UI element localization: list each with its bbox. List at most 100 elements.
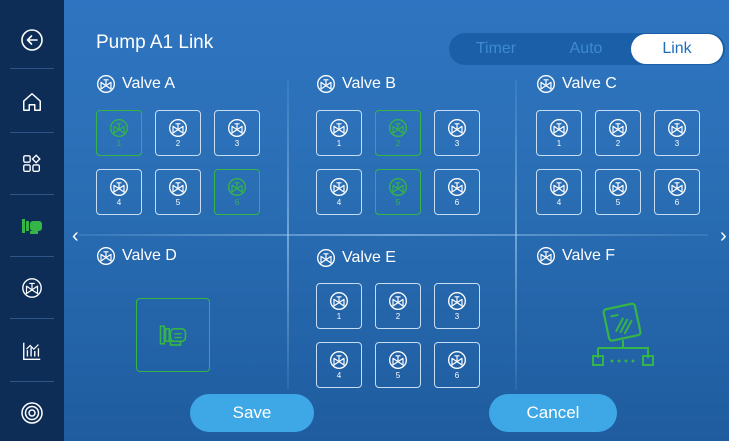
valve-e-button-5[interactable]: 5 — [375, 342, 421, 388]
valve-number: 3 — [674, 139, 680, 148]
valve-icon — [110, 178, 128, 196]
valve-number: 1 — [336, 139, 342, 148]
settings-ring-icon — [21, 402, 43, 424]
app-screen: { "header": { "title": "Pump A1 Link", "… — [0, 0, 729, 441]
section-label: Valve D — [122, 247, 177, 264]
section-title-valve-c: Valve C — [536, 74, 617, 94]
valve-icon — [169, 178, 187, 196]
sidebar-item-home[interactable] — [14, 84, 50, 120]
section-title-valve-b: Valve B — [316, 74, 396, 94]
valve-c-button-6[interactable]: 6 — [654, 169, 700, 215]
valve-number: 6 — [454, 371, 460, 380]
valve-number: 5 — [395, 198, 401, 207]
section-title-valve-f: Valve F — [536, 246, 615, 266]
valve-b-button-1[interactable]: 1 — [316, 110, 362, 156]
section-label: Valve A — [122, 75, 176, 92]
sidebar-item-settings[interactable] — [14, 395, 50, 431]
valve-icon — [169, 119, 187, 137]
valve-icon — [330, 351, 348, 369]
valve-icon — [609, 119, 627, 137]
valve-number: 5 — [615, 198, 621, 207]
valve-a-button-5[interactable]: 5 — [155, 169, 201, 215]
sidebar-divider — [10, 132, 54, 133]
valve-b-button-2[interactable]: 2 — [375, 110, 421, 156]
valve-number: 1 — [556, 139, 562, 148]
valve-e-button-2[interactable]: 2 — [375, 283, 421, 329]
valve-icon — [389, 292, 407, 310]
valve-a-button-3[interactable]: 3 — [214, 110, 260, 156]
valve-number: 4 — [556, 198, 562, 207]
valve-icon — [389, 119, 407, 137]
valve-number: 4 — [116, 198, 122, 207]
tab-auto[interactable]: Auto — [541, 33, 631, 65]
sidebar-item-valve[interactable] — [14, 270, 50, 306]
valve-b-button-6[interactable]: 6 — [434, 169, 480, 215]
valve-e-button-3[interactable]: 3 — [434, 283, 480, 329]
valve-icon — [550, 119, 568, 137]
sidebar — [0, 0, 64, 441]
valve-number: 1 — [336, 312, 342, 321]
valve-c-button-5[interactable]: 5 — [595, 169, 641, 215]
network-icon[interactable] — [590, 300, 656, 368]
valve-icon — [448, 292, 466, 310]
cancel-button[interactable]: Cancel — [489, 394, 617, 432]
valve-icon — [537, 247, 555, 265]
section-title-valve-e: Valve E — [316, 248, 396, 268]
sidebar-item-chart[interactable] — [14, 333, 50, 369]
section-label: Valve C — [562, 75, 617, 92]
save-button[interactable]: Save — [190, 394, 314, 432]
valve-icon — [330, 292, 348, 310]
valve-a-button-4[interactable]: 4 — [96, 169, 142, 215]
sidebar-divider — [10, 318, 54, 319]
back-arrow-icon — [21, 29, 43, 51]
valve-number: 5 — [175, 198, 181, 207]
valve-e-button-1[interactable]: 1 — [316, 283, 362, 329]
next-page-arrow[interactable]: › — [720, 226, 727, 246]
sidebar-item-pump[interactable] — [14, 208, 50, 244]
valve-icon — [609, 178, 627, 196]
valve-number: 2 — [395, 312, 401, 321]
valve-c-button-1[interactable]: 1 — [536, 110, 582, 156]
tab-timer[interactable]: Timer — [451, 33, 541, 65]
valve-c-button-3[interactable]: 3 — [654, 110, 700, 156]
valve-number: 5 — [395, 371, 401, 380]
valve-icon — [110, 119, 128, 137]
valve-icon — [389, 178, 407, 196]
back-button[interactable] — [14, 22, 50, 58]
section-label: Valve F — [562, 247, 616, 264]
valve-b-button-4[interactable]: 4 — [316, 169, 362, 215]
valve-icon — [97, 247, 115, 265]
section-label: Valve E — [342, 249, 396, 266]
sidebar-divider — [10, 381, 54, 382]
sidebar-item-apps[interactable] — [14, 146, 50, 182]
network-icon — [592, 302, 654, 366]
valve-b-button-3[interactable]: 3 — [434, 110, 480, 156]
valve-e-button-6[interactable]: 6 — [434, 342, 480, 388]
valve-number: 2 — [395, 139, 401, 148]
valve-icon — [317, 75, 335, 93]
valve-a-button-1[interactable]: 1 — [96, 110, 142, 156]
valve-icon — [317, 249, 335, 267]
valve-c-button-4[interactable]: 4 — [536, 169, 582, 215]
valve-number: 1 — [116, 139, 122, 148]
pump-link-box[interactable] — [136, 298, 210, 372]
section-title-valve-d: Valve D — [96, 246, 177, 266]
valve-icon — [668, 178, 686, 196]
valve-number: 3 — [454, 139, 460, 148]
valve-b-button-5[interactable]: 5 — [375, 169, 421, 215]
valve-number: 6 — [454, 198, 460, 207]
mode-selector: Timer Auto Link — [449, 33, 725, 65]
valve-icon — [448, 119, 466, 137]
prev-page-arrow[interactable]: ‹ — [72, 226, 79, 246]
valve-a-button-6[interactable]: 6 — [214, 169, 260, 215]
valve-a-button-2[interactable]: 2 — [155, 110, 201, 156]
valve-icon — [537, 75, 555, 93]
valve-c-button-2[interactable]: 2 — [595, 110, 641, 156]
valve-icon — [550, 178, 568, 196]
valve-e-button-4[interactable]: 4 — [316, 342, 362, 388]
tab-link[interactable]: Link — [631, 34, 723, 64]
chart-icon — [23, 342, 41, 360]
pump-icon — [22, 219, 42, 234]
page-title: Pump A1 Link — [96, 32, 214, 53]
valve-icon — [330, 119, 348, 137]
